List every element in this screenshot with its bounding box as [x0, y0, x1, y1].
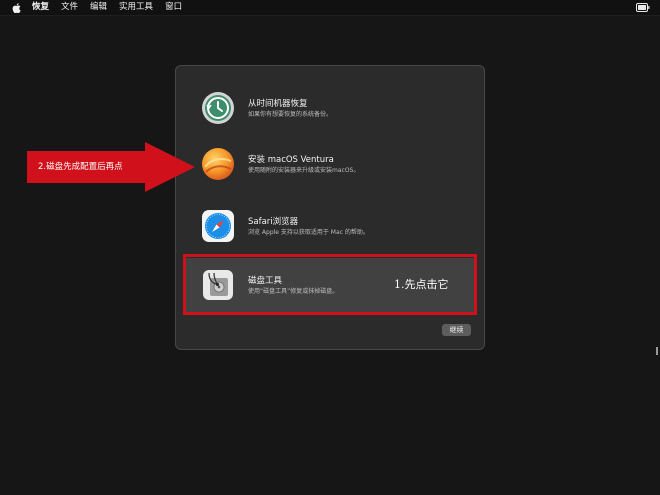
menu-recovery[interactable]: 恢复: [32, 0, 49, 15]
menu-bar: 恢复 文件 编辑 实用工具 窗口: [0, 0, 660, 16]
option-title: 从时间机器恢复: [248, 98, 308, 109]
continue-button[interactable]: 继续: [442, 324, 471, 336]
option-description: 浏览 Apple 支持以获取适用于 Mac 的帮助。: [248, 228, 369, 236]
safari-icon: [201, 209, 235, 243]
option-description: 使用随附的安装器来升级或安装macOS。: [248, 166, 360, 174]
option-time-machine[interactable]: 从时间机器恢复 如果你有想要恢复的系统备份。: [184, 81, 476, 135]
option-title: 安装 macOS Ventura: [248, 154, 334, 165]
battery-icon[interactable]: [636, 3, 650, 12]
window-edge-marker: [656, 347, 658, 355]
annotation-step-1: 1.先点击它: [394, 278, 449, 291]
option-install-macos[interactable]: 安装 macOS Ventura 使用随附的安装器来升级或安装macOS。: [184, 137, 476, 191]
option-description: 如果你有想要恢复的系统备份。: [248, 110, 333, 118]
macos-ventura-icon: [201, 147, 235, 181]
option-title: Safari浏览器: [248, 216, 299, 227]
menu-window[interactable]: 窗口: [165, 0, 182, 15]
option-safari[interactable]: Safari浏览器 浏览 Apple 支持以获取适用于 Mac 的帮助。: [184, 199, 476, 253]
apple-menu-icon[interactable]: [12, 2, 22, 13]
annotation-step-2: 2.磁盘先成配置后再点: [38, 162, 123, 172]
menu-edit[interactable]: 编辑: [90, 0, 107, 15]
menu-utilities[interactable]: 实用工具: [119, 0, 153, 15]
menu-file[interactable]: 文件: [61, 0, 78, 15]
time-machine-icon: [201, 91, 235, 125]
